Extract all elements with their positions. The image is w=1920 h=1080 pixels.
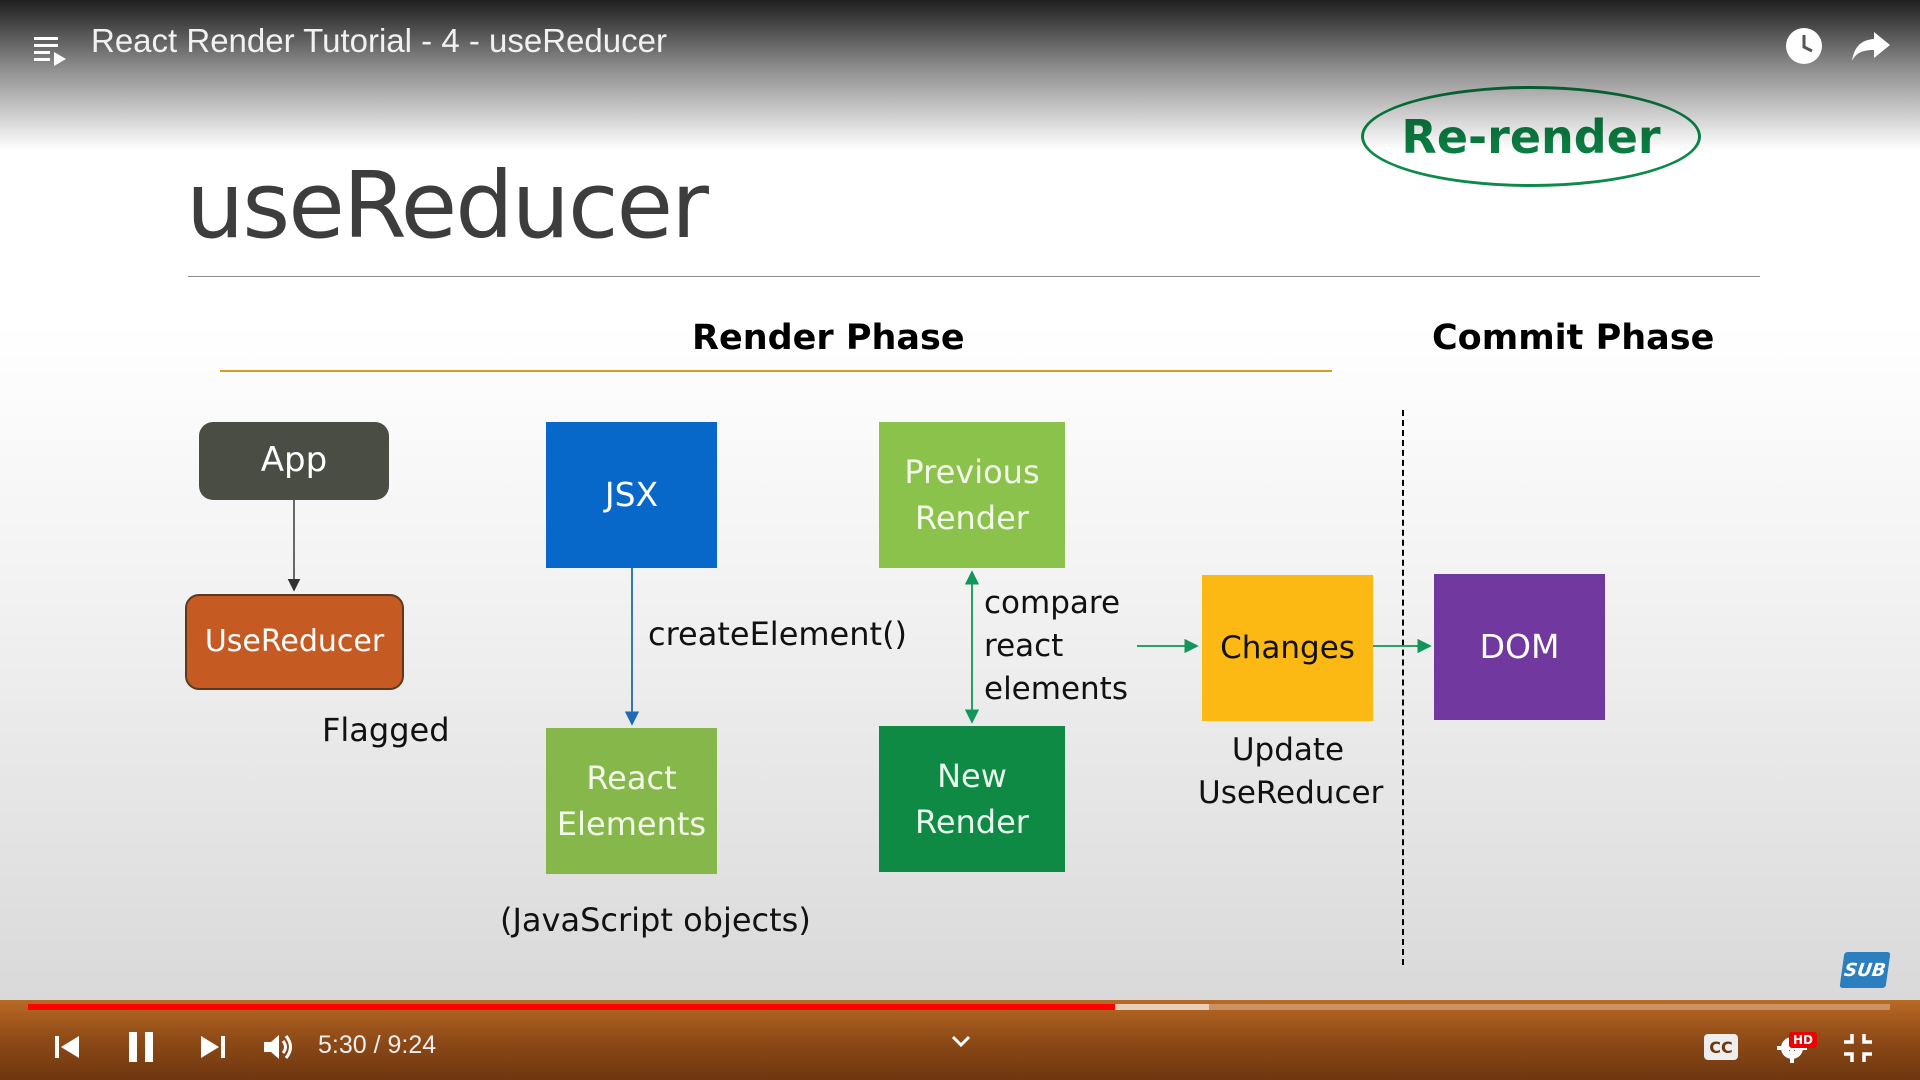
dom-box-label: DOM — [1479, 627, 1560, 667]
render-phase-label: Render Phase — [692, 318, 965, 358]
dom-box: DOM — [1434, 574, 1605, 720]
compare-label: compare react elements — [984, 582, 1128, 711]
volume-icon[interactable] — [260, 1029, 296, 1065]
flagged-label: Flagged — [322, 711, 450, 749]
changes-box-label: Changes — [1220, 629, 1355, 666]
skip-previous-icon[interactable] — [50, 1030, 84, 1064]
pause-icon[interactable] — [124, 1028, 158, 1066]
playlist-icon[interactable] — [30, 29, 70, 69]
progress-bar[interactable] — [28, 1004, 1890, 1010]
phase-divider — [1402, 410, 1404, 965]
javascript-objects-label: (JavaScript objects) — [500, 901, 811, 939]
video-title[interactable]: React Render Tutorial - 4 - useReducer — [91, 22, 667, 60]
compare-line-3: elements — [984, 671, 1128, 707]
compare-line-2: react — [984, 628, 1064, 664]
jsx-box: JSX — [546, 422, 717, 568]
skip-next-icon[interactable] — [196, 1030, 230, 1064]
react-elements-line-2: Elements — [556, 805, 707, 843]
chevron-down-icon[interactable] — [948, 1030, 974, 1052]
usereducer-box: UseReducer — [185, 594, 404, 690]
previous-render-line-2: Render — [915, 499, 1029, 537]
usereducer-box-label: UseReducer — [204, 624, 385, 660]
update-line-2: UseReducer — [1198, 775, 1384, 811]
react-elements-box: React Elements — [546, 728, 717, 874]
progress-played — [28, 1004, 1116, 1010]
slide: useReducer Re-render Render Phase Commit… — [0, 0, 1920, 1080]
app-box-label: App — [260, 440, 328, 481]
compare-line-1: compare — [984, 585, 1121, 621]
watch-later-icon[interactable] — [1783, 25, 1825, 67]
share-icon[interactable] — [1849, 25, 1893, 67]
update-label: Update UseReducer — [1198, 729, 1384, 815]
captions-label: CC — [1709, 1037, 1733, 1057]
update-line-1: Update — [1231, 732, 1345, 768]
changes-box: Changes — [1202, 575, 1373, 721]
hd-badge: HD — [1789, 1032, 1818, 1048]
create-element-label: createElement() — [648, 615, 908, 653]
new-render-line-2: Render — [915, 803, 1029, 841]
title-divider — [188, 276, 1760, 277]
jsx-box-label: JSX — [604, 475, 659, 515]
previous-render-line-1: Previous — [904, 452, 1040, 491]
captions-icon[interactable]: CC — [1704, 1034, 1738, 1060]
slide-title: useReducer — [186, 152, 709, 259]
react-elements-line-1: React — [586, 758, 677, 797]
new-render-box: New Render — [879, 726, 1065, 872]
exit-fullscreen-icon[interactable] — [1840, 1030, 1876, 1066]
previous-render-box: Previous Render — [879, 422, 1065, 568]
time-display: 5:30 / 9:24 — [318, 1031, 437, 1059]
new-render-line-1: New — [937, 756, 1007, 795]
commit-phase-label: Commit Phase — [1432, 318, 1715, 358]
app-box: App — [199, 422, 389, 500]
video-player[interactable]: useReducer Re-render Render Phase Commit… — [0, 0, 1920, 1080]
render-phase-underline — [220, 370, 1332, 372]
channel-sub-badge[interactable]: SUB — [1839, 952, 1891, 988]
